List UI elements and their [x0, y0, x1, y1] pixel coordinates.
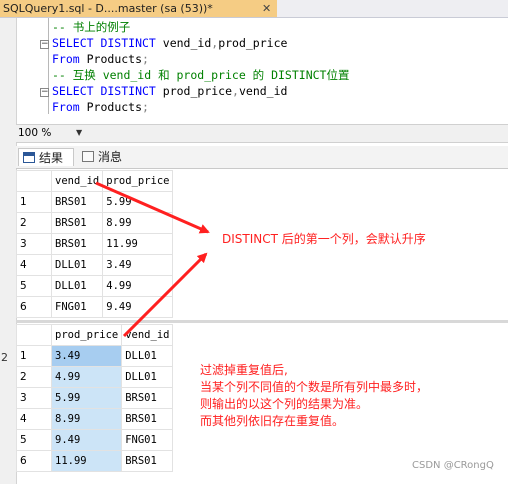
annotation-note-2: 过滤掉重复值后, 当某个列不同值的个数是所有列中最多时， 则输出的以这个列的结果… — [200, 362, 428, 430]
annotation-line: 则输出的以这个列的结果为准。 — [200, 397, 369, 411]
annotation-note-1: DISTINCT 后的第一个列，会默认升序 — [222, 232, 426, 246]
arrow-to-note1-from-grid1 — [95, 181, 210, 234]
annotation-line: 过滤掉重复值后, — [200, 363, 288, 377]
annotation-line: 当某个列不同值的个数是所有列中最多时， — [200, 380, 429, 394]
annotation-line: 而其他列依旧存在重复值。 — [200, 414, 345, 428]
arrow-to-note1-from-grid2 — [122, 252, 208, 338]
watermark: CSDN @CRongQ — [412, 460, 494, 471]
